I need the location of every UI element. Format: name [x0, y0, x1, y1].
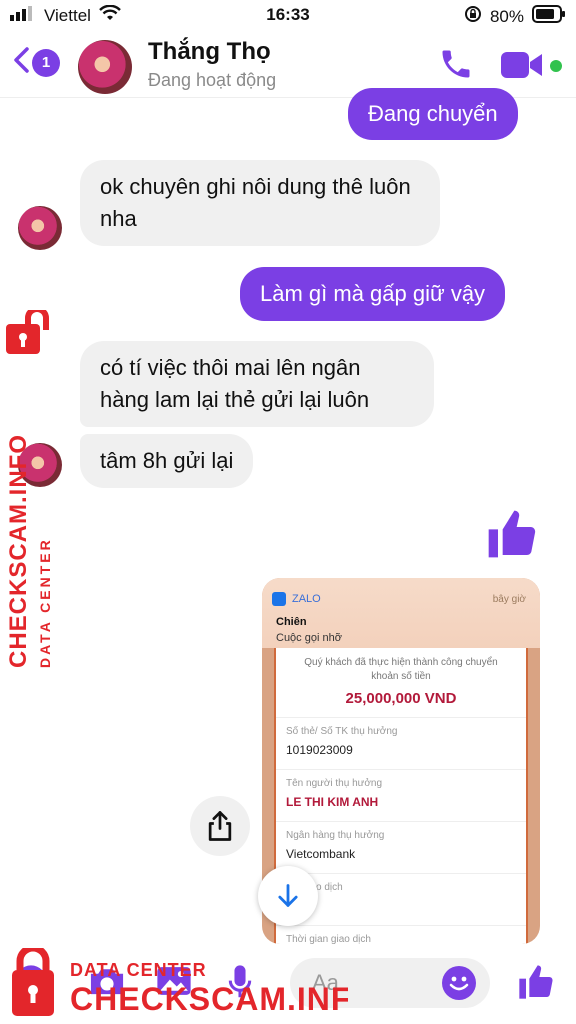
notification-time: bây giờ: [492, 594, 526, 605]
receipt-field: Số thẻ/ Số TK thụ hưởng 1019023009: [276, 718, 526, 770]
video-call-button[interactable]: [500, 50, 544, 85]
presence-status: Đang hoạt động: [148, 70, 277, 90]
chevron-left-icon: [12, 46, 30, 79]
contact-name[interactable]: Thắng Thọ: [148, 38, 271, 66]
back-button[interactable]: 1: [12, 46, 60, 79]
message-outgoing[interactable]: Làm gì mà gấp giữ vậy: [240, 267, 506, 321]
receipt-field-value: 1019023009: [286, 743, 353, 757]
receipt-confirmation: Quý khách đã thực hiện thành công chuyển…: [304, 657, 498, 682]
watermark-side: CHECKSCAM.INFO DATA CENTER: [2, 306, 64, 668]
watermark-line1: DATA CENTER: [70, 960, 207, 980]
receipt-field-label: Thời gian giao dịch: [286, 934, 371, 944]
emoji-icon[interactable]: [442, 966, 476, 1000]
message-outgoing[interactable]: Đang chuyển: [348, 88, 518, 140]
thumbs-up-icon[interactable]: [484, 506, 540, 567]
watermark-bottom: DATA CENTER CHECKSCAM.INFO: [8, 944, 376, 1020]
status-bar: Viettel 16:33 80%: [0, 0, 576, 32]
online-indicator: [550, 60, 562, 72]
thumbs-up-icon: [519, 965, 553, 999]
share-button[interactable]: [190, 796, 250, 856]
notification-text: Cuộc gọi nhỡ: [276, 632, 342, 644]
lock-icon: [4, 306, 62, 361]
watermark-line2: CHECKSCAM.INFO: [70, 981, 348, 1017]
receipt-field-value: LE THI KIM ANH: [286, 795, 379, 809]
message-incoming[interactable]: tâm 8h gửi lại: [80, 434, 254, 488]
receipt-field-label: Ngân hàng thụ hưởng: [286, 830, 385, 841]
receipt-field-label: Số thẻ/ Số TK thụ hưởng: [286, 726, 398, 737]
phone-icon: [442, 50, 470, 78]
receipt-field: Ngân hàng thụ hưởng Vietcombank: [276, 822, 526, 874]
notification-sender: Chiên: [276, 616, 307, 628]
receipt-field: Thời gian giao dịch: [276, 926, 526, 944]
send-like-button[interactable]: [516, 962, 556, 1007]
voice-call-button[interactable]: [438, 46, 474, 87]
notification-banner: ZALO bây giờ Chiên Cuộc gọi nhỡ: [262, 578, 540, 648]
battery-icon: [532, 5, 566, 28]
video-camera-icon: [501, 52, 542, 78]
unread-badge: 1: [32, 48, 60, 77]
scroll-to-bottom-button[interactable]: [258, 866, 318, 926]
receipt-field: Tên người thụ hưởng LE THI KIM ANH: [276, 770, 526, 822]
receipt-field-label: Tên người thụ hưởng: [286, 778, 383, 789]
battery-percent: 80%: [489, 6, 524, 26]
sender-avatar[interactable]: [18, 206, 62, 250]
watermark-line1: DATA CENTER: [37, 537, 53, 668]
zalo-app-icon: [272, 592, 286, 606]
contact-avatar[interactable]: [78, 40, 132, 94]
receipt-field-value: Vietcombank: [286, 847, 356, 861]
arrow-down-icon: [278, 884, 298, 907]
share-icon: [208, 811, 232, 841]
message-incoming[interactable]: ok chuyên ghi nôi dung thê luôn nha: [80, 160, 440, 246]
receipt-amount: 25,000,000 VND: [276, 690, 526, 718]
message-incoming[interactable]: có tí việc thôi mai lên ngân hàng lam lạ…: [80, 341, 434, 427]
watermark-vertical-text: CHECKSCAM.INFO DATA CENTER: [5, 434, 53, 668]
rotation-lock-icon: [464, 5, 482, 28]
watermark-line2: CHECKSCAM.INFO: [5, 434, 32, 668]
receipt-field-label: Mã giao dịch: [286, 882, 343, 893]
notification-app: ZALO: [292, 593, 321, 605]
